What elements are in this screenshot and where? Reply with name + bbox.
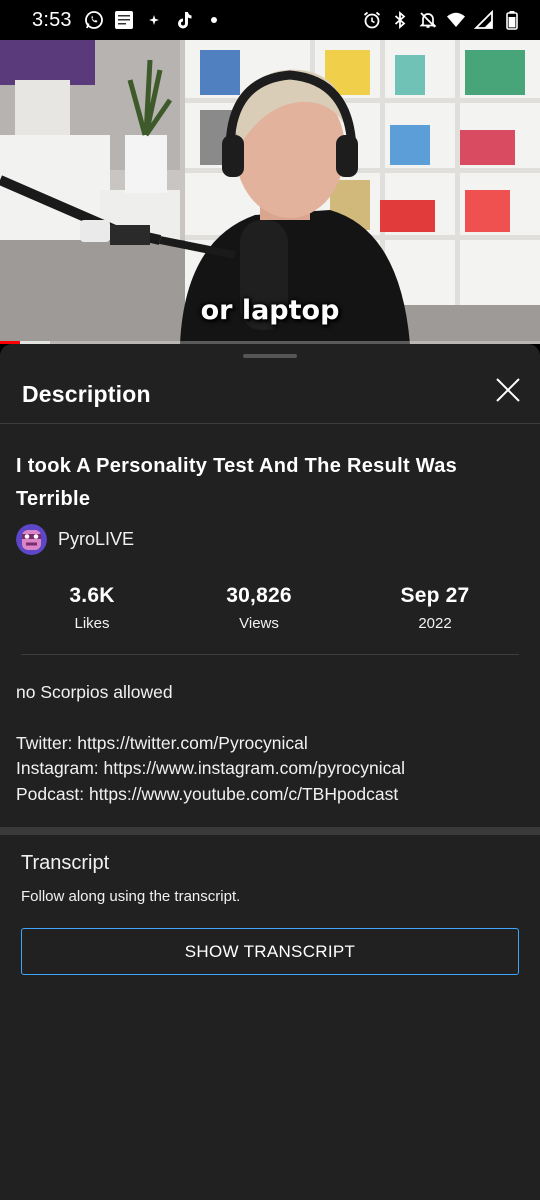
instagram-link[interactable]: Instagram: https://www.instagram.com/pyr…: [16, 756, 526, 782]
stats-divider: [21, 654, 519, 655]
wifi-icon: [446, 10, 466, 30]
signal-icon: [474, 10, 494, 30]
alarm-icon: [362, 10, 382, 30]
bluetooth-icon: [390, 10, 410, 30]
likes-count: 3.6K: [69, 584, 115, 607]
status-bar: 3:53: [0, 0, 540, 40]
likes-label: Likes: [74, 615, 110, 632]
dot-icon: [204, 10, 224, 30]
drag-handle[interactable]: [243, 354, 297, 358]
views-count: 30,826: [226, 584, 292, 607]
battery-icon: [502, 10, 522, 30]
header-divider: [0, 423, 540, 424]
status-time: 3:53: [32, 8, 72, 31]
close-button[interactable]: [494, 376, 522, 404]
section-separator: [0, 827, 540, 835]
show-transcript-button[interactable]: SHOW TRANSCRIPT: [21, 928, 519, 975]
bible-app-icon: [114, 10, 134, 30]
sparkle-icon: [144, 10, 164, 30]
transcript-heading: Transcript: [21, 852, 110, 874]
upload-year: 2022: [418, 615, 452, 632]
panel-title: Description: [22, 380, 151, 407]
channel-name[interactable]: PyroLIVE: [58, 529, 134, 550]
stat-date: Sep 27 2022: [365, 584, 505, 632]
stat-likes: 3.6K Likes: [22, 584, 162, 632]
whatsapp-icon: [84, 10, 104, 30]
video-player[interactable]: or laptop: [0, 40, 540, 344]
description-line: no Scorpios allowed: [16, 682, 173, 702]
channel-row[interactable]: PyroLIVE: [16, 524, 134, 555]
video-caption: or laptop: [200, 295, 340, 326]
transcript-subtitle: Follow along using the transcript.: [21, 888, 241, 905]
mute-icon: [418, 10, 438, 30]
tiktok-icon: [174, 10, 194, 30]
close-icon: [496, 378, 520, 402]
views-label: Views: [239, 615, 279, 632]
system-icons: [362, 10, 522, 30]
video-title: I took A Personality Test And The Result…: [16, 455, 458, 510]
stat-views: 30,826 Views: [189, 584, 329, 632]
description-panel: Description I took A Personality Test An…: [0, 344, 540, 1200]
twitter-link[interactable]: Twitter: https://twitter.com/Pyrocynical: [16, 731, 526, 757]
channel-avatar[interactable]: [16, 524, 47, 555]
panel-header: Description: [0, 364, 540, 424]
description-text: no Scorpios allowed Twitter: https://twi…: [16, 680, 526, 807]
upload-date: Sep 27: [400, 584, 470, 607]
notification-icons: [84, 10, 224, 30]
podcast-link[interactable]: Podcast: https://www.youtube.com/c/TBHpo…: [16, 782, 526, 808]
video-stats: 3.6K Likes 30,826 Views Sep 27 2022: [0, 584, 540, 636]
